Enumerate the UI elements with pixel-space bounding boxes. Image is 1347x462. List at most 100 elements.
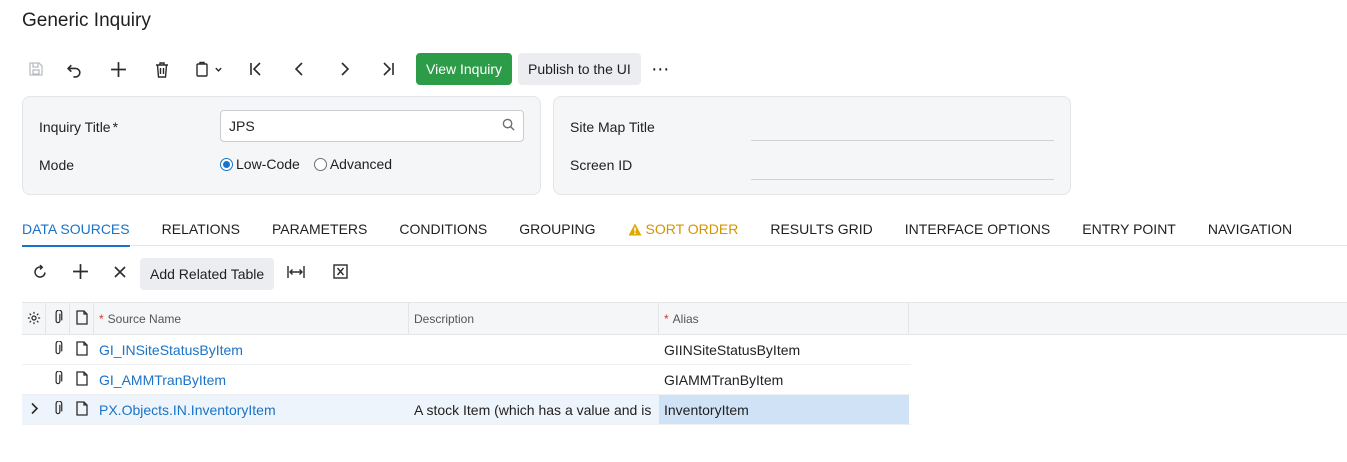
site-map-title-field[interactable] (751, 115, 1054, 141)
description-column-header[interactable]: Description (409, 303, 659, 335)
fit-columns-button[interactable] (274, 258, 318, 290)
row-expand-button[interactable] (22, 395, 46, 424)
paperclip-icon (53, 399, 63, 419)
description-header-label: Description (414, 312, 475, 326)
refresh-button[interactable] (22, 258, 58, 290)
tab-grouping[interactable]: GROUPING (519, 213, 595, 246)
radio-checked-icon (220, 157, 233, 171)
alias-cell[interactable]: InventoryItem (659, 395, 909, 424)
add-related-table-button[interactable]: Add Related Table (140, 258, 275, 290)
trash-icon (154, 61, 170, 78)
tab-parameters[interactable]: PARAMETERS (272, 213, 367, 246)
refresh-icon (32, 264, 48, 285)
next-icon (336, 61, 352, 77)
source-name-link[interactable]: GI_AMMTranByItem (94, 365, 409, 394)
excel-export-icon (332, 264, 348, 284)
paperclip-icon (53, 339, 63, 359)
export-excel-button[interactable] (318, 258, 362, 290)
tab-bar: DATA SOURCES RELATIONS PARAMETERS CONDIT… (22, 213, 1347, 247)
inquiry-title-label-text: Inquiry Title (39, 119, 111, 135)
description-text: A stock Item (which has a value and is (414, 401, 652, 418)
tab-navigation[interactable]: NAVIGATION (1208, 213, 1292, 246)
screen-id-field[interactable] (751, 154, 1054, 180)
description-cell[interactable]: A stock Item (which has a value and is (409, 395, 659, 424)
save-button[interactable] (22, 53, 52, 85)
paperclip-icon (53, 309, 63, 328)
mode-low-code-radio[interactable]: Low-Code (220, 156, 300, 172)
last-record-button[interactable] (366, 53, 410, 85)
row-note[interactable] (70, 335, 94, 364)
tab-entry-point[interactable]: ENTRY POINT (1082, 213, 1176, 246)
mode-label: Mode (39, 157, 75, 173)
alias-column-header[interactable]: * Alias (659, 303, 909, 335)
add-row-button[interactable] (58, 258, 102, 290)
required-marker: * (112, 119, 119, 135)
row-expander (22, 365, 46, 394)
tab-interface-options[interactable]: INTERFACE OPTIONS (905, 213, 1050, 246)
row-note[interactable] (70, 395, 94, 424)
copy-paste-button[interactable] (184, 53, 234, 85)
row-attachment[interactable] (46, 335, 70, 364)
summary-panel-right: Site Map Title Screen ID (553, 96, 1071, 195)
description-cell[interactable] (409, 365, 659, 394)
grid-settings-button[interactable] (22, 303, 46, 335)
row-attachment[interactable] (46, 365, 70, 394)
summary-panel-left: Inquiry Title * JPS Mode Low-Code Advance… (22, 96, 541, 195)
delete-row-button[interactable] (102, 258, 138, 290)
first-record-button[interactable] (234, 53, 278, 85)
tab-results-grid[interactable]: RESULTS GRID (770, 213, 872, 246)
undo-icon (66, 61, 83, 78)
publish-to-ui-button[interactable]: Publish to the UI (518, 53, 641, 85)
chevron-right-icon (30, 402, 39, 418)
next-record-button[interactable] (322, 53, 366, 85)
delete-button[interactable] (140, 53, 184, 85)
table-row[interactable]: GI_INSiteStatusByItem GIINSiteStatusByIt… (22, 335, 911, 365)
gear-icon (27, 311, 41, 328)
paperclip-icon (53, 369, 63, 389)
inquiry-title-value: JPS (229, 118, 255, 134)
tab-data-sources[interactable]: DATA SOURCES (22, 213, 130, 247)
fit-columns-icon (287, 265, 305, 284)
add-button[interactable] (96, 53, 140, 85)
mode-advanced-radio[interactable]: Advanced (313, 156, 392, 172)
table-row-selected[interactable]: PX.Objects.IN.InventoryItem A stock Item… (22, 395, 911, 425)
tab-relations[interactable]: RELATIONS (162, 213, 240, 246)
document-icon (76, 370, 88, 389)
tab-conditions[interactable]: CONDITIONS (399, 213, 487, 246)
plus-icon (110, 61, 127, 78)
more-actions-button[interactable]: ⋯ (641, 53, 681, 85)
inquiry-title-field[interactable]: JPS (220, 110, 524, 142)
tab-sort-order[interactable]: SORT ORDER (628, 213, 738, 246)
clipboard-icon (195, 61, 211, 78)
first-record-icon (248, 61, 264, 77)
warning-icon (628, 223, 642, 239)
previous-record-button[interactable] (278, 53, 322, 85)
row-expander (22, 335, 46, 364)
view-inquiry-button[interactable]: View Inquiry (416, 53, 513, 85)
page-title: Generic Inquiry (22, 10, 151, 31)
alias-cell[interactable]: GIINSiteStatusByItem (659, 335, 909, 364)
screen-id-label: Screen ID (570, 157, 633, 173)
undo-button[interactable] (52, 53, 96, 85)
row-note[interactable] (70, 365, 94, 394)
close-icon (113, 265, 127, 284)
source-name-link[interactable]: PX.Objects.IN.InventoryItem (94, 395, 409, 424)
main-toolbar: View Inquiry Publish to the UI ⋯ (22, 53, 681, 85)
source-name-column-header[interactable]: * Source Name (94, 303, 409, 335)
mode-low-code-label: Low-Code (236, 156, 300, 172)
attachments-column-header (46, 303, 70, 335)
site-map-title-label: Site Map Title (570, 119, 655, 135)
row-attachment[interactable] (46, 395, 70, 424)
required-marker: * (664, 312, 669, 326)
description-cell[interactable] (409, 335, 659, 364)
source-name-link[interactable]: GI_INSiteStatusByItem (94, 335, 409, 364)
notes-column-header (70, 303, 94, 335)
alias-header-label: Alias (672, 312, 699, 326)
radio-unchecked-icon (313, 157, 327, 171)
alias-cell[interactable]: GIAMMTranByItem (659, 365, 909, 394)
required-marker: * (99, 312, 104, 326)
table-row[interactable]: GI_AMMTranByItem GIAMMTranByItem (22, 365, 911, 395)
chevron-down-icon (214, 65, 223, 74)
last-record-icon (380, 61, 396, 77)
search-icon[interactable] (502, 118, 515, 134)
